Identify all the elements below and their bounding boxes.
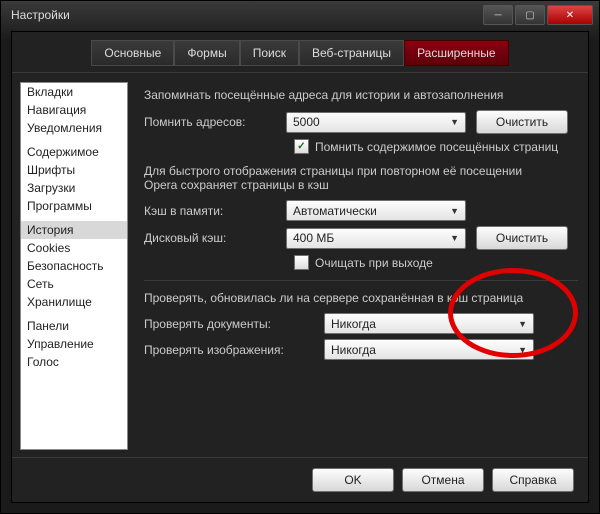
settings-window: Настройки ─ ▢ ✕ ОсновныеФормыПоискВеб-ст… xyxy=(0,0,600,514)
check-docs-row: Проверять документы: Никогда ▼ xyxy=(144,313,578,334)
check-imgs-value: Никогда xyxy=(331,343,376,357)
clear-on-exit-label: Очищать при выходе xyxy=(315,256,433,270)
sidebar-item-Программы[interactable]: Программы xyxy=(21,197,127,215)
maximize-button[interactable]: ▢ xyxy=(515,5,545,25)
chevron-down-icon: ▼ xyxy=(450,206,459,216)
chevron-down-icon: ▼ xyxy=(450,233,459,243)
check-imgs-row: Проверять изображения: Никогда ▼ xyxy=(144,339,578,360)
dialog-footer: OK Отмена Справка xyxy=(12,457,588,502)
remember-content-checkbox[interactable]: ✓ xyxy=(294,139,309,154)
history-panel: Запоминать посещённые адреса для истории… xyxy=(128,74,588,458)
sidebar-item-Загрузки[interactable]: Загрузки xyxy=(21,179,127,197)
sidebar-item-Безопасность[interactable]: Безопасность xyxy=(21,257,127,275)
sidebar-item-Голос[interactable]: Голос xyxy=(21,353,127,371)
mem-cache-row: Кэш в памяти: Автоматически ▼ xyxy=(144,200,578,221)
mem-cache-select[interactable]: Автоматически ▼ xyxy=(286,200,466,221)
sidebar-item-Панели[interactable]: Панели xyxy=(21,317,127,335)
check-intro: Проверять, обновилась ли на сервере сохр… xyxy=(144,291,578,305)
remember-select[interactable]: 5000 ▼ xyxy=(286,112,466,133)
tab-Веб-страницы[interactable]: Веб-страницы xyxy=(299,40,404,66)
chevron-down-icon: ▼ xyxy=(450,117,459,127)
mem-cache-label: Кэш в памяти: xyxy=(144,204,276,218)
remember-row: Помнить адресов: 5000 ▼ Очистить xyxy=(144,110,578,134)
clear-on-exit-row: ✓ Очищать при выходе xyxy=(294,255,578,270)
cache-intro-1: Для быстрого отображения страницы при по… xyxy=(144,164,578,178)
clear-history-button[interactable]: Очистить xyxy=(476,110,568,134)
cancel-button[interactable]: Отмена xyxy=(402,468,484,492)
disk-cache-row: Дисковый кэш: 400 МБ ▼ Очистить xyxy=(144,226,578,250)
sidebar-item-Хранилище[interactable]: Хранилище xyxy=(21,293,127,311)
content-area: ВкладкиНавигацияУведомления СодержимоеШри… xyxy=(12,74,588,458)
check-imgs-label: Проверять изображения: xyxy=(144,343,314,357)
check-docs-value: Никогда xyxy=(331,317,376,331)
check-docs-label: Проверять документы: xyxy=(144,317,314,331)
sidebar-item-История[interactable]: История xyxy=(21,221,127,239)
sidebar-item-Шрифты[interactable]: Шрифты xyxy=(21,161,127,179)
sidebar-item-Cookies[interactable]: Cookies xyxy=(21,239,127,257)
sidebar-item-Содержимое[interactable]: Содержимое xyxy=(21,143,127,161)
remember-label: Помнить адресов: xyxy=(144,115,276,129)
chevron-down-icon: ▼ xyxy=(518,319,527,329)
sidebar-item-Управление[interactable]: Управление xyxy=(21,335,127,353)
tab-Расширенные[interactable]: Расширенные xyxy=(404,40,509,66)
chevron-down-icon: ▼ xyxy=(518,345,527,355)
disk-cache-value: 400 МБ xyxy=(293,231,334,245)
titlebar: Настройки ─ ▢ ✕ xyxy=(1,1,599,29)
sidebar-item-Навигация[interactable]: Навигация xyxy=(21,101,127,119)
window-buttons: ─ ▢ ✕ xyxy=(481,5,593,25)
dialog-body: ОсновныеФормыПоискВеб-страницыРасширенны… xyxy=(11,31,589,503)
sidebar-item-Вкладки[interactable]: Вкладки xyxy=(21,83,127,101)
window-title: Настройки xyxy=(11,8,70,22)
close-button[interactable]: ✕ xyxy=(547,5,593,25)
check-docs-select[interactable]: Никогда ▼ xyxy=(324,313,534,334)
mem-cache-value: Автоматически xyxy=(293,204,377,218)
clear-cache-button[interactable]: Очистить xyxy=(476,226,568,250)
clear-on-exit-checkbox[interactable]: ✓ xyxy=(294,255,309,270)
tab-Поиск[interactable]: Поиск xyxy=(240,40,299,66)
ok-button[interactable]: OK xyxy=(312,468,394,492)
sidebar-item-Сеть[interactable]: Сеть xyxy=(21,275,127,293)
history-intro: Запоминать посещённые адреса для истории… xyxy=(144,88,578,102)
tab-Основные[interactable]: Основные xyxy=(91,40,174,66)
sidebar-item-Уведомления[interactable]: Уведомления xyxy=(21,119,127,137)
tab-Формы[interactable]: Формы xyxy=(174,40,239,66)
sidebar: ВкладкиНавигацияУведомления СодержимоеШри… xyxy=(20,82,128,450)
disk-cache-select[interactable]: 400 МБ ▼ xyxy=(286,228,466,249)
minimize-button[interactable]: ─ xyxy=(483,5,513,25)
disk-cache-label: Дисковый кэш: xyxy=(144,231,276,245)
cache-intro-2: Opera сохраняет страницы в кэш xyxy=(144,178,578,192)
remember-content-row: ✓ Помнить содержимое посещённых страниц xyxy=(294,139,578,154)
divider xyxy=(144,280,578,281)
tab-bar: ОсновныеФормыПоискВеб-страницыРасширенны… xyxy=(12,32,588,73)
remember-content-label: Помнить содержимое посещённых страниц xyxy=(315,140,558,154)
remember-value: 5000 xyxy=(293,115,320,129)
help-button[interactable]: Справка xyxy=(492,468,574,492)
check-imgs-select[interactable]: Никогда ▼ xyxy=(324,339,534,360)
